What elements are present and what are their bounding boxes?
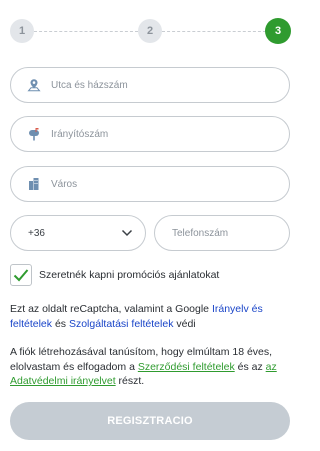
phone-placeholder: Telefonszám — [172, 227, 229, 239]
registration-stepper: 1 2 3 — [0, 0, 300, 64]
city-placeholder: Város — [51, 178, 78, 190]
checkmark-icon — [13, 269, 29, 282]
step-3-indicator: 3 — [265, 18, 291, 44]
contract-terms-link[interactable]: Szerződési feltételek — [138, 361, 235, 373]
google-terms-link[interactable]: Szolgáltatási feltételek — [69, 318, 173, 330]
promo-checkbox-row: Szeretnék kapni promóciós ajánlatokat — [10, 264, 219, 286]
promo-checkbox[interactable] — [10, 264, 32, 286]
country-code-value: +36 — [28, 227, 45, 239]
consent-notice: A fiók létrehozásával tanúsítom, hogy el… — [10, 345, 292, 389]
street-address-field[interactable]: Utca és házszám — [10, 67, 290, 103]
phone-number-field[interactable]: Telefonszám — [154, 215, 290, 251]
country-code-select[interactable]: +36 — [10, 215, 146, 251]
mailbox-icon — [26, 126, 42, 142]
map-pin-icon — [26, 77, 42, 93]
recaptcha-text: és — [52, 317, 69, 330]
chevron-down-icon — [121, 224, 133, 242]
recaptcha-text: Ezt az oldalt reCaptcha, valamint a Goog… — [10, 303, 212, 315]
consent-text: és az — [234, 360, 266, 373]
city-field[interactable]: Város — [10, 166, 290, 202]
register-button[interactable]: REGISZTRACIO — [10, 402, 290, 440]
consent-text: részt. — [115, 375, 145, 387]
street-placeholder: Utca és házszám — [51, 79, 128, 91]
step-connector — [34, 31, 138, 32]
recaptcha-text: védi — [173, 317, 196, 330]
promo-checkbox-label: Szeretnék kapni promóciós ajánlatokat — [39, 269, 220, 281]
postal-placeholder: Irányítószám — [51, 128, 109, 140]
building-icon — [26, 176, 42, 192]
step-2-indicator: 2 — [138, 19, 162, 43]
recaptcha-notice: Ezt az oldalt reCaptcha, valamint a Goog… — [10, 302, 292, 331]
step-connector — [162, 31, 266, 32]
postal-code-field[interactable]: Irányítószám — [10, 116, 290, 152]
step-1-indicator: 1 — [10, 19, 34, 43]
